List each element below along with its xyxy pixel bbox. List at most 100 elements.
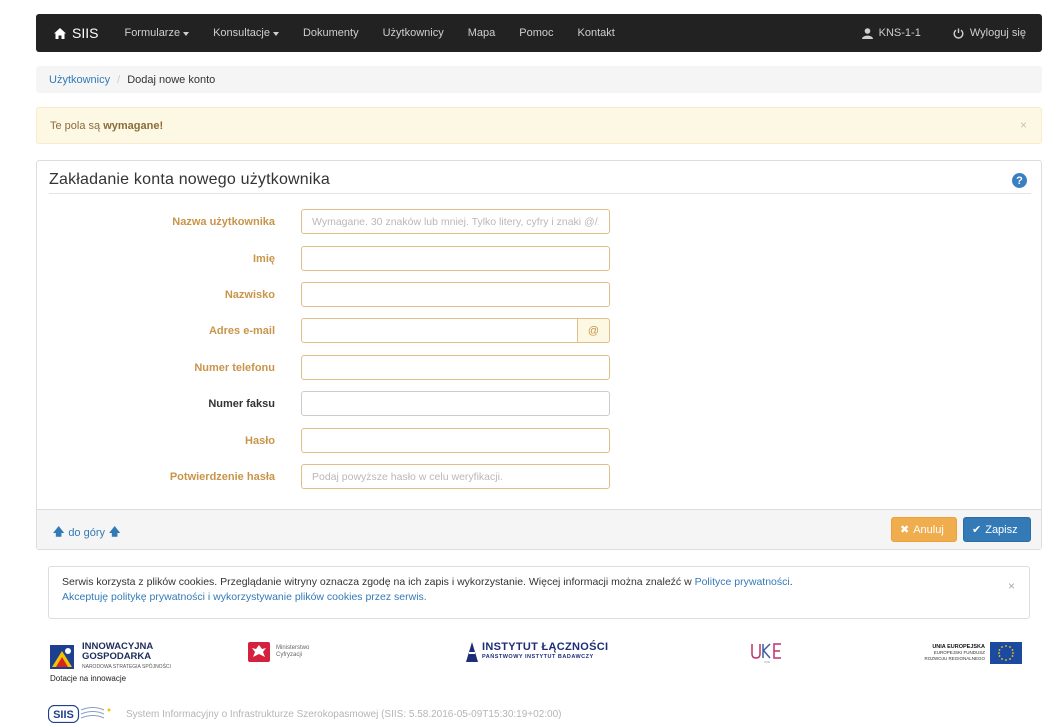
help-icon[interactable]: ? [1012, 173, 1027, 188]
il-line1: INSTYTUT ŁĄCZNOŚCI [482, 641, 609, 653]
cookie-close-icon[interactable]: × [1008, 579, 1015, 594]
email-label: Adres e-mail [208, 325, 275, 337]
nav-uzytkownicy-label: Użytkownicy [382, 27, 444, 39]
mc-line2: Cyfryzacji [276, 652, 303, 658]
last-name-input[interactable] [301, 282, 610, 307]
alert-text: Te pola są [50, 119, 104, 132]
breadcrumb-separator: / [117, 73, 121, 86]
fax-input[interactable] [301, 391, 610, 416]
innowacyjna-gospodarka-logo: INNOWACYJNA GOSPODARKA NARODOWA STRATEGI… [50, 642, 171, 672]
cookie-text: Serwis korzysta z plików cookies. Przegl… [62, 576, 695, 588]
close-icon: ✖ [900, 524, 910, 536]
save-label: Zapisz [985, 523, 1018, 536]
phone-input[interactable] [301, 355, 610, 380]
sponsor-logos: INNOWACYJNA GOSPODARKA NARODOWA STRATEGI… [48, 636, 1030, 686]
username-label: Nazwa użytkownika [172, 216, 275, 228]
to-top-label: do góry [68, 526, 106, 539]
username-input[interactable] [301, 209, 610, 234]
user-icon [861, 27, 873, 39]
nav-dokumenty-label: Dokumenty [302, 27, 359, 39]
check-icon: ✔ [972, 524, 982, 536]
row-last-name: Nazwisko [37, 282, 637, 308]
chevron-down-icon [183, 31, 190, 36]
privacy-policy-link[interactable]: Polityce prywatności [695, 576, 790, 588]
nav-formularze-label: Formularze [124, 27, 181, 39]
breadcrumb-current: Dodaj nowe konto [127, 73, 216, 86]
email-input[interactable] [301, 318, 578, 343]
logout-link[interactable]: Wyloguj się [937, 14, 1042, 52]
fax-label: Numer faksu [208, 398, 275, 410]
eu-flag-icon [990, 642, 1022, 664]
user-name: KNS-1-1 [878, 27, 921, 39]
alert-strong: wymagane! [103, 119, 164, 132]
row-fax: Numer faksu [37, 391, 637, 417]
row-email: Adres e-mail @ [37, 318, 637, 344]
title-divider [49, 193, 1031, 194]
eagle-emblem-icon [248, 642, 270, 662]
power-icon [953, 28, 964, 39]
new-account-panel: Zakładanie konta nowego użytkownika ? Na… [36, 160, 1042, 550]
siis-logo-text: SIIS [53, 709, 74, 721]
brand-link[interactable]: SIIS [36, 14, 112, 52]
unia-europejska-logo: UNIA EUROPEJSKA EUROPEJSKI FUNDUSZ ROZWO… [924, 642, 1022, 664]
alert-close-icon[interactable]: × [1020, 118, 1027, 132]
nav-dokumenty[interactable]: Dokumenty [291, 14, 371, 52]
phone-label: Numer telefonu [194, 362, 275, 374]
last-name-label: Nazwisko [224, 289, 275, 301]
nav-uzytkownicy[interactable]: Użytkownicy [371, 14, 456, 52]
to-top-link[interactable]: 🡅 do góry 🡅 [49, 523, 124, 542]
nav-kontakt[interactable]: Kontakt [566, 14, 627, 52]
row-password-confirm: Potwierdzenie hasła [37, 464, 637, 490]
ministerstwo-cyfryzacji-logo: Ministerstwo Cyfryzacji [248, 642, 309, 662]
ue-line3: ROZWOJU REGIONALNEGO [924, 656, 985, 661]
first-name-label: Imię [252, 253, 275, 265]
nav-mapa[interactable]: Mapa [456, 14, 508, 52]
nav-mapa-label: Mapa [467, 27, 496, 39]
brand-label: SIIS [72, 25, 99, 41]
ig-line2: GOSPODARKA [82, 651, 152, 662]
instytut-lacznosci-logo: INSTYTUT ŁĄCZNOŚCI PAŃSTWOWY INSTYTUT BA… [466, 642, 608, 662]
il-line2: PAŃSTWOWY INSTYTUT BADAWCZY [482, 654, 594, 660]
password-input[interactable] [301, 428, 610, 453]
accept-cookies-link[interactable]: Akceptuję politykę prywatności i wykorzy… [62, 591, 427, 603]
first-name-input[interactable] [301, 246, 610, 271]
nav-konsultacje[interactable]: Konsultacje [201, 14, 291, 52]
email-input-group: @ [301, 318, 610, 343]
user-menu[interactable]: KNS-1-1 [846, 14, 937, 52]
breadcrumb-uzytkownicy[interactable]: Użytkownicy [49, 74, 110, 86]
system-info-text: System Informacyjny o Infrastrukturze Sz… [126, 708, 562, 720]
cancel-button[interactable]: ✖ Anuluj [891, 517, 957, 542]
arrow-up-icon: 🡅 [53, 526, 65, 538]
password-label: Hasło [245, 435, 275, 447]
chevron-down-icon [272, 31, 279, 36]
required-fields-alert: Te pola są wymagane! × [36, 107, 1042, 144]
nav-kontakt-label: Kontakt [577, 27, 615, 39]
home-icon [54, 27, 66, 39]
cookie-period: . [789, 576, 793, 588]
cookie-notice: Serwis korzysta z plików cookies. Przegl… [48, 566, 1030, 619]
ig-emblem-icon [50, 645, 74, 669]
logout-label: Wyloguj się [969, 27, 1026, 39]
uke-emblem-icon: UKE [751, 643, 781, 664]
at-icon: @ [578, 318, 610, 343]
top-navbar: SIIS Formularze Konsultacje Dokumenty Uż… [36, 14, 1042, 52]
siis-logo-icon: SIIS [48, 705, 111, 723]
nav-konsultacje-label: Konsultacje [213, 27, 270, 39]
save-button[interactable]: ✔ Zapisz [963, 517, 1031, 542]
nav-pomoc[interactable]: Pomoc [507, 14, 565, 52]
il-emblem-icon [466, 642, 478, 662]
row-phone: Numer telefonu [37, 355, 637, 381]
row-username: Nazwa użytkownika [37, 209, 637, 235]
mc-line1: Ministerstwo [276, 645, 310, 651]
cancel-label: Anuluj [913, 523, 944, 536]
panel-title: Zakładanie konta nowego użytkownika [49, 171, 330, 188]
arrow-up-icon: 🡅 [109, 526, 121, 538]
system-footer: SIIS System Informacyjny o Infrastruktur… [48, 705, 562, 723]
dotacje-label: Dotacje na innowacje [50, 674, 127, 683]
uke-logo: UKE [750, 640, 784, 664]
nav-formularze[interactable]: Formularze [112, 14, 201, 52]
password-confirm-label: Potwierdzenie hasła [169, 471, 275, 483]
row-first-name: Imię [37, 246, 637, 272]
password-confirm-input[interactable] [301, 464, 610, 489]
nav-pomoc-label: Pomoc [519, 27, 554, 39]
